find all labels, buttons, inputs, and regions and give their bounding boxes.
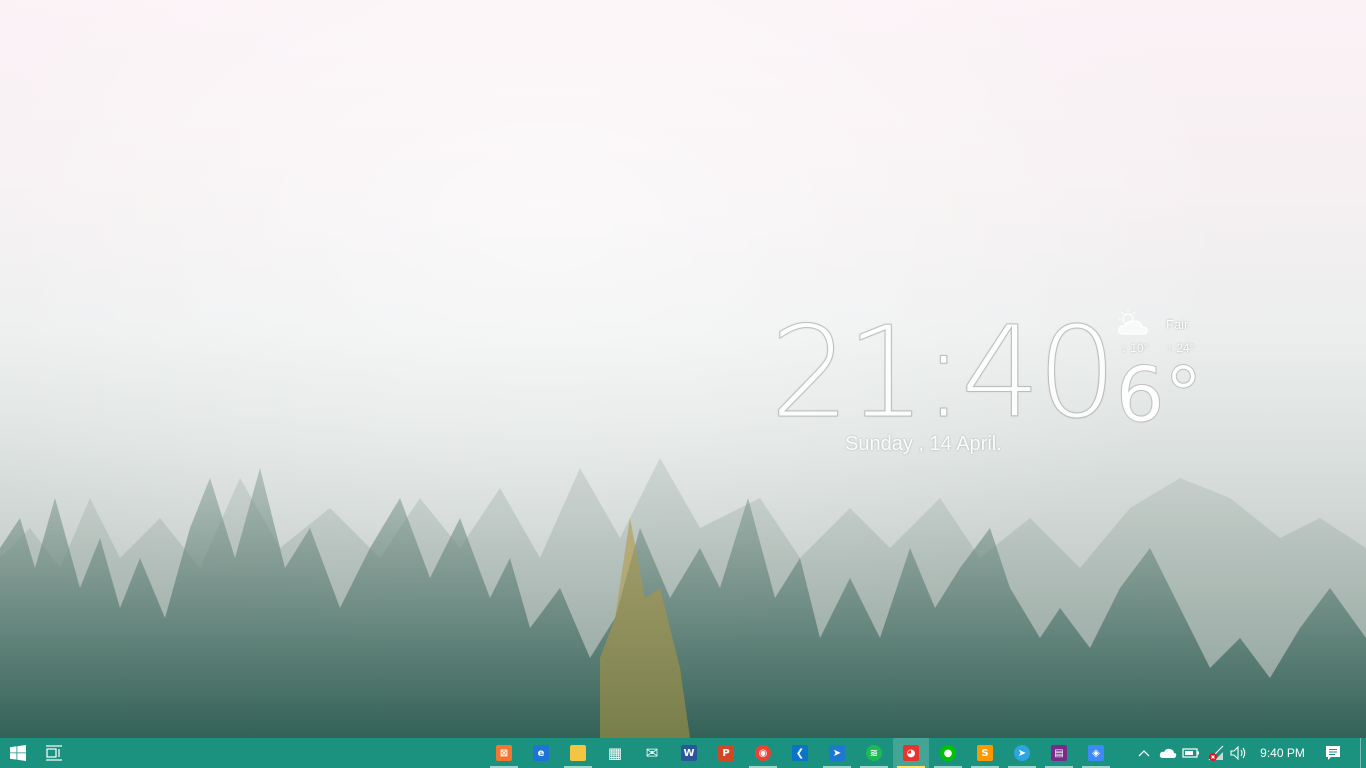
- taskbar-app-mail[interactable]: ✉: [634, 738, 670, 768]
- task-view-icon: [46, 745, 62, 761]
- taskbar-app-vscode[interactable]: ❮: [782, 738, 818, 768]
- chevron-up-icon: [1138, 750, 1150, 757]
- weather-temperature: 6°: [1115, 350, 1203, 440]
- arrow-app-icon: ➤: [829, 745, 845, 761]
- taskbar-app-sublime[interactable]: S: [967, 738, 1003, 768]
- task-view-button[interactable]: [36, 738, 72, 768]
- taskbar-app-app-red[interactable]: ◕: [893, 738, 929, 768]
- start-button[interactable]: [0, 738, 36, 768]
- taskbar-app-sourcetree[interactable]: ◈: [1078, 738, 1114, 768]
- taskbar-clock[interactable]: 9:40 PM: [1255, 738, 1310, 768]
- show-hidden-icons-button[interactable]: [1136, 738, 1152, 768]
- show-desktop-button[interactable]: [1360, 738, 1366, 768]
- git-icon: ◈: [1088, 745, 1104, 761]
- action-center-button[interactable]: [1320, 738, 1346, 768]
- taskbar-app-xampp[interactable]: ⊠: [486, 738, 522, 768]
- network-disconnected-icon: [1208, 745, 1224, 761]
- spotify-icon: ≋: [866, 745, 882, 761]
- weather-condition: Fair: [1166, 317, 1189, 332]
- taskbar-app-spotify[interactable]: ≋: [856, 738, 892, 768]
- sublime-icon: S: [977, 745, 993, 761]
- taskbar-app-word[interactable]: W: [671, 738, 707, 768]
- forest-silhouette: [0, 458, 1366, 738]
- taskbar-app-file-explorer[interactable]: [560, 738, 596, 768]
- notifications-icon: [1326, 746, 1340, 760]
- folder-icon: [570, 745, 586, 761]
- edge-icon: e: [533, 745, 549, 761]
- chrome-icon: ◉: [755, 745, 771, 761]
- taskbar: ⊠ e ▦ ✉ W P ◉ ❮ ➤ ≋ ◕ ● S ➤ ▤ ◈ 9:40 PM: [0, 738, 1366, 768]
- cloud-icon: [1159, 748, 1177, 758]
- red-app-icon: ◕: [903, 745, 919, 761]
- taskbar-app-app-blue[interactable]: ➤: [819, 738, 855, 768]
- xampp-icon: ⊠: [496, 745, 512, 761]
- store-icon: ▦: [607, 744, 623, 762]
- clock-widget-time: 21:40: [770, 299, 1118, 446]
- clock-widget-date: Sunday , 14 April.: [845, 433, 1002, 455]
- telegram-icon: ➤: [1014, 745, 1030, 761]
- powerpoint-icon: P: [718, 745, 734, 761]
- archive-icon: ▤: [1051, 745, 1067, 761]
- taskbar-app-winrar[interactable]: ▤: [1041, 738, 1077, 768]
- vscode-icon: ❮: [792, 745, 808, 761]
- network-tray[interactable]: [1205, 738, 1227, 768]
- partly-cloudy-icon: [1118, 309, 1148, 335]
- taskbar-app-edge[interactable]: e: [523, 738, 559, 768]
- taskbar-app-line[interactable]: ●: [930, 738, 966, 768]
- taskbar-app-powerpoint[interactable]: P: [708, 738, 744, 768]
- windows-logo-icon: [10, 745, 26, 761]
- taskbar-app-telegram[interactable]: ➤: [1004, 738, 1040, 768]
- mail-icon: ✉: [645, 744, 659, 762]
- speaker-icon: [1230, 746, 1246, 760]
- battery-tray[interactable]: [1181, 738, 1201, 768]
- word-icon: W: [681, 745, 697, 761]
- taskbar-app-chrome[interactable]: ◉: [745, 738, 781, 768]
- onedrive-tray[interactable]: [1158, 738, 1178, 768]
- taskbar-app-store[interactable]: ▦: [597, 738, 633, 768]
- line-chat-icon: ●: [940, 745, 956, 761]
- battery-charging-icon: [1182, 748, 1199, 758]
- volume-tray[interactable]: [1229, 738, 1249, 768]
